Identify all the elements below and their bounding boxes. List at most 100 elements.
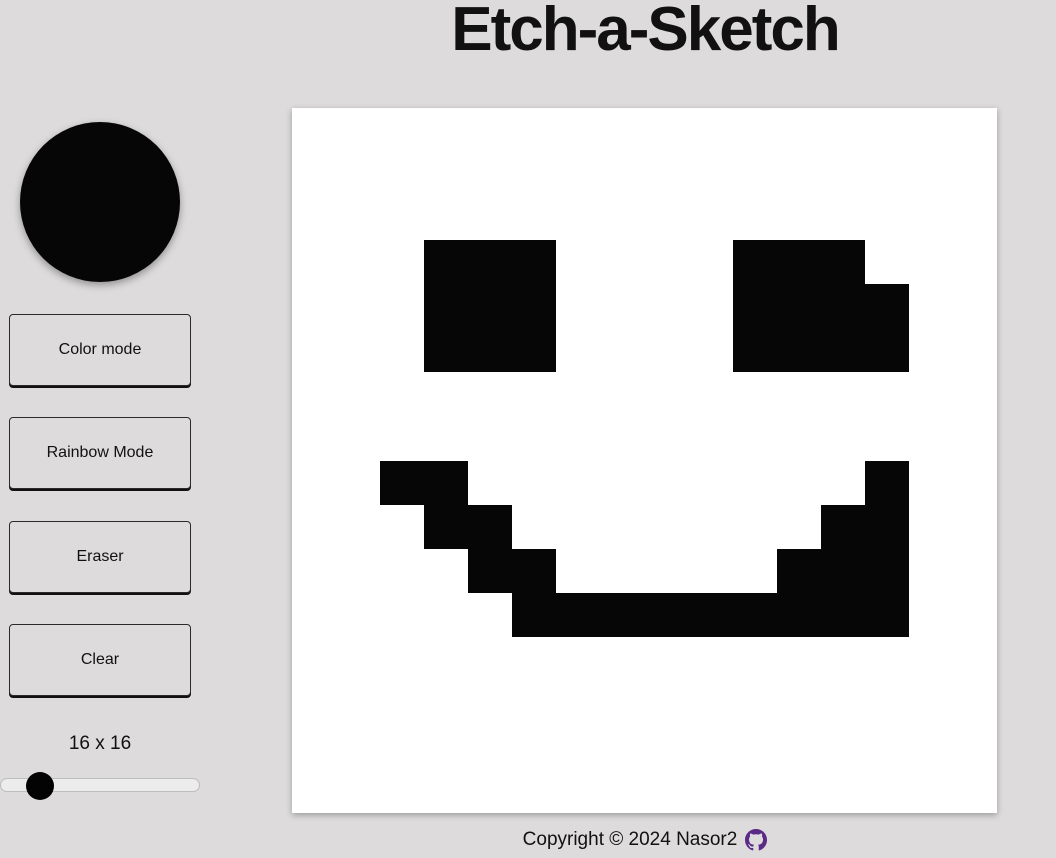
grid-cell[interactable]: [864, 328, 909, 373]
grid-cell[interactable]: [865, 769, 909, 813]
grid-cell[interactable]: [953, 416, 997, 460]
grid-cell[interactable]: [821, 637, 865, 681]
grid-cell[interactable]: [733, 637, 777, 681]
grid-cell[interactable]: [820, 592, 865, 637]
grid-cell[interactable]: [953, 284, 997, 328]
grid-cell[interactable]: [600, 240, 644, 284]
grid-cell[interactable]: [512, 637, 556, 681]
grid-cell[interactable]: [820, 504, 865, 549]
grid-cell[interactable]: [380, 108, 424, 152]
grid-cell[interactable]: [424, 240, 469, 285]
grid-cell[interactable]: [645, 152, 689, 196]
grid-cell[interactable]: [953, 505, 997, 549]
grid-cell[interactable]: [645, 637, 689, 681]
grid-cell[interactable]: [864, 284, 909, 329]
grid-cell[interactable]: [645, 196, 689, 240]
grid-cell[interactable]: [600, 549, 644, 593]
grid-cell[interactable]: [380, 637, 424, 681]
grid-cell[interactable]: [821, 196, 865, 240]
grid-cell[interactable]: [424, 416, 468, 460]
grid-cell[interactable]: [336, 416, 380, 460]
grid-cell[interactable]: [380, 549, 424, 593]
grid-cell[interactable]: [512, 769, 556, 813]
grid-cell[interactable]: [600, 592, 645, 637]
grid-cell[interactable]: [909, 461, 953, 505]
grid-cell[interactable]: [689, 284, 733, 328]
grid-cell[interactable]: [821, 152, 865, 196]
grid-cell[interactable]: [468, 593, 512, 637]
grid-cell[interactable]: [777, 505, 821, 549]
grid-cell[interactable]: [909, 372, 953, 416]
grid-cell[interactable]: [777, 416, 821, 460]
grid-cell[interactable]: [865, 152, 909, 196]
grid-cell[interactable]: [909, 196, 953, 240]
grid-cell[interactable]: [292, 196, 336, 240]
grid-cell[interactable]: [777, 196, 821, 240]
grid-cell[interactable]: [865, 637, 909, 681]
grid-cell[interactable]: [864, 592, 909, 637]
grid-cell[interactable]: [556, 240, 600, 284]
grid-cell[interactable]: [909, 108, 953, 152]
grid-size-slider-thumb[interactable]: [26, 772, 54, 800]
grid-cell[interactable]: [292, 725, 336, 769]
grid-cell[interactable]: [909, 328, 953, 372]
grid-cell[interactable]: [733, 108, 777, 152]
grid-cell[interactable]: [732, 284, 777, 329]
grid-cell[interactable]: [645, 681, 689, 725]
grid-cell[interactable]: [733, 769, 777, 813]
grid-cell[interactable]: [909, 593, 953, 637]
grid-cell[interactable]: [953, 769, 997, 813]
grid-cell[interactable]: [292, 505, 336, 549]
grid-cell[interactable]: [777, 637, 821, 681]
grid-cell[interactable]: [556, 769, 600, 813]
grid-cell[interactable]: [512, 461, 556, 505]
grid-cell[interactable]: [600, 108, 644, 152]
grid-cell[interactable]: [556, 725, 600, 769]
grid-cell[interactable]: [865, 416, 909, 460]
grid-cell[interactable]: [292, 240, 336, 284]
grid-cell[interactable]: [424, 769, 468, 813]
grid-cell[interactable]: [556, 284, 600, 328]
grid-cell[interactable]: [953, 725, 997, 769]
grid-cell[interactable]: [468, 637, 512, 681]
grid-cell[interactable]: [645, 108, 689, 152]
grid-cell[interactable]: [645, 549, 689, 593]
grid-cell[interactable]: [733, 416, 777, 460]
grid-cell[interactable]: [468, 725, 512, 769]
grid-cell[interactable]: [953, 681, 997, 725]
grid-cell[interactable]: [953, 593, 997, 637]
grid-cell[interactable]: [424, 196, 468, 240]
grid-cell[interactable]: [336, 372, 380, 416]
grid-cell[interactable]: [909, 152, 953, 196]
grid-cell[interactable]: [292, 637, 336, 681]
grid-cell[interactable]: [689, 769, 733, 813]
grid-cell[interactable]: [909, 725, 953, 769]
grid-cell[interactable]: [424, 108, 468, 152]
grid-cell[interactable]: [556, 549, 600, 593]
grid-cell[interactable]: [468, 152, 512, 196]
grid-cell[interactable]: [645, 416, 689, 460]
grid-cell[interactable]: [865, 372, 909, 416]
grid-cell[interactable]: [909, 416, 953, 460]
grid-cell[interactable]: [292, 769, 336, 813]
grid-cell[interactable]: [556, 637, 600, 681]
grid-cell[interactable]: [292, 372, 336, 416]
grid-cell[interactable]: [865, 681, 909, 725]
grid-cell[interactable]: [777, 769, 821, 813]
grid-cell[interactable]: [556, 416, 600, 460]
grid-cell[interactable]: [600, 284, 644, 328]
grid-cell[interactable]: [689, 416, 733, 460]
grid-cell[interactable]: [292, 681, 336, 725]
grid-cell[interactable]: [689, 152, 733, 196]
grid-cell[interactable]: [689, 725, 733, 769]
grid-cell[interactable]: [556, 461, 600, 505]
grid-cell[interactable]: [468, 769, 512, 813]
grid-cell[interactable]: [424, 593, 468, 637]
grid-cell[interactable]: [336, 461, 380, 505]
grid-cell[interactable]: [468, 548, 513, 593]
grid-cell[interactable]: [909, 240, 953, 284]
eraser-button[interactable]: Eraser: [9, 521, 191, 593]
grid-cell[interactable]: [689, 372, 733, 416]
grid-cell[interactable]: [600, 769, 644, 813]
grid-cell[interactable]: [600, 461, 644, 505]
